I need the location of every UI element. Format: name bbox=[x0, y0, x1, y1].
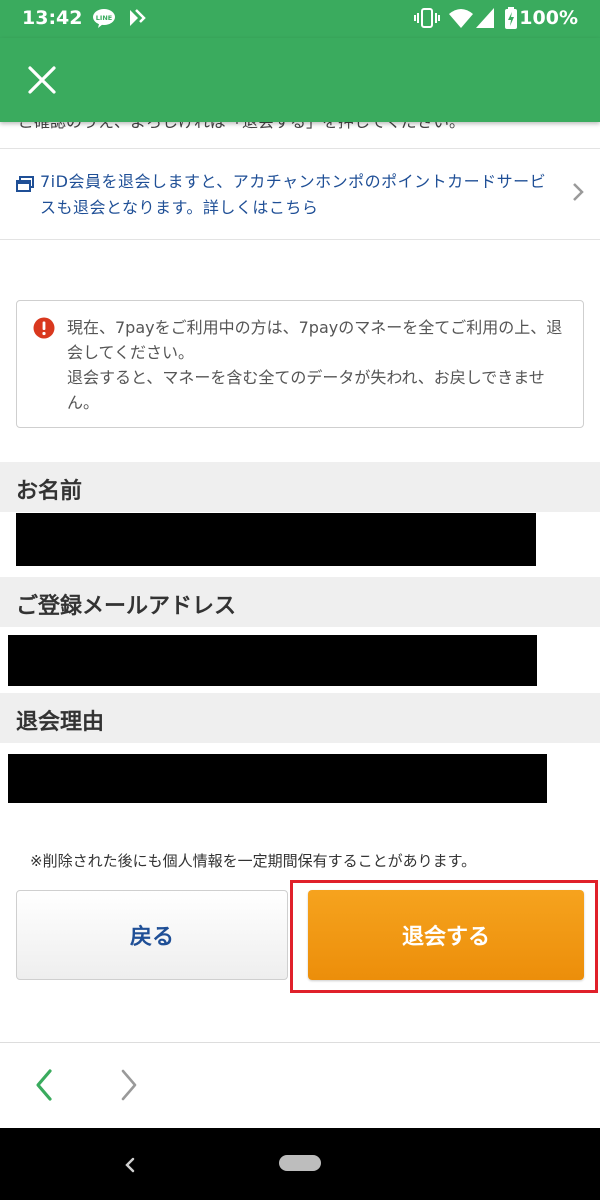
name-value-redacted bbox=[16, 513, 536, 566]
notice-line-1: 現在、7payをご利用中の方は、7payのマネーを全てご利用の上、退会してくださ… bbox=[67, 318, 563, 362]
browser-forward-button[interactable] bbox=[113, 1065, 145, 1105]
chevron-right-icon bbox=[121, 1069, 137, 1101]
status-bar: 13:42 LINE 100% bbox=[0, 0, 600, 38]
status-time: 13:42 bbox=[22, 7, 83, 29]
system-back-button[interactable] bbox=[118, 1152, 142, 1178]
system-nav-bar bbox=[0, 1128, 600, 1200]
warning-icon bbox=[33, 317, 55, 343]
info-link-text: 7iD会員を退会しますと、アカチャンホンポのポイントカードサービスも退会となりま… bbox=[40, 172, 547, 217]
notice-text: 現在、7payをご利用中の方は、7payのマネーを全てご利用の上、退会してくださ… bbox=[67, 315, 572, 415]
disclaimer-text: ※削除された後にも個人情報を一定期間保有することがあります。 bbox=[30, 852, 477, 870]
close-button[interactable] bbox=[22, 60, 62, 100]
email-value-redacted bbox=[8, 635, 537, 686]
browser-back-button[interactable] bbox=[28, 1065, 60, 1105]
app-bar bbox=[0, 38, 600, 122]
withdraw-button[interactable]: 退会する bbox=[308, 890, 584, 980]
back-button[interactable]: 戻る bbox=[16, 890, 288, 980]
system-back-icon bbox=[125, 1157, 135, 1173]
browser-bottom-nav bbox=[0, 1042, 600, 1129]
cell-signal-icon bbox=[476, 8, 494, 28]
reason-label: 退会理由 bbox=[0, 693, 600, 743]
email-label: ご登録メールアドレス bbox=[0, 577, 600, 627]
notice-line-2: 退会すると、マネーを含む全てのデータが失われ、お戻しできません。 bbox=[67, 368, 545, 412]
svg-text:LINE: LINE bbox=[96, 14, 112, 22]
line-icon: LINE bbox=[92, 8, 116, 28]
battery-icon bbox=[505, 7, 517, 29]
point-card-info-link[interactable]: 7iD会員を退会しますと、アカチャンホンポのポイントカードサービスも退会となりま… bbox=[0, 148, 600, 240]
chevron-right-icon bbox=[572, 182, 584, 206]
system-home-pill[interactable] bbox=[279, 1155, 321, 1171]
reason-value-redacted bbox=[8, 754, 547, 803]
chevron-left-icon bbox=[36, 1069, 52, 1101]
external-window-icon bbox=[16, 176, 34, 196]
warning-notice: 現在、7payをご利用中の方は、7payのマネーを全てご利用の上、退会してくださ… bbox=[16, 300, 584, 428]
wifi-icon bbox=[449, 8, 473, 28]
notification-icon bbox=[128, 8, 146, 28]
battery-percent: 100% bbox=[519, 7, 578, 29]
vibrate-icon bbox=[414, 8, 440, 28]
name-label: お名前 bbox=[0, 462, 600, 512]
close-icon bbox=[28, 66, 56, 94]
